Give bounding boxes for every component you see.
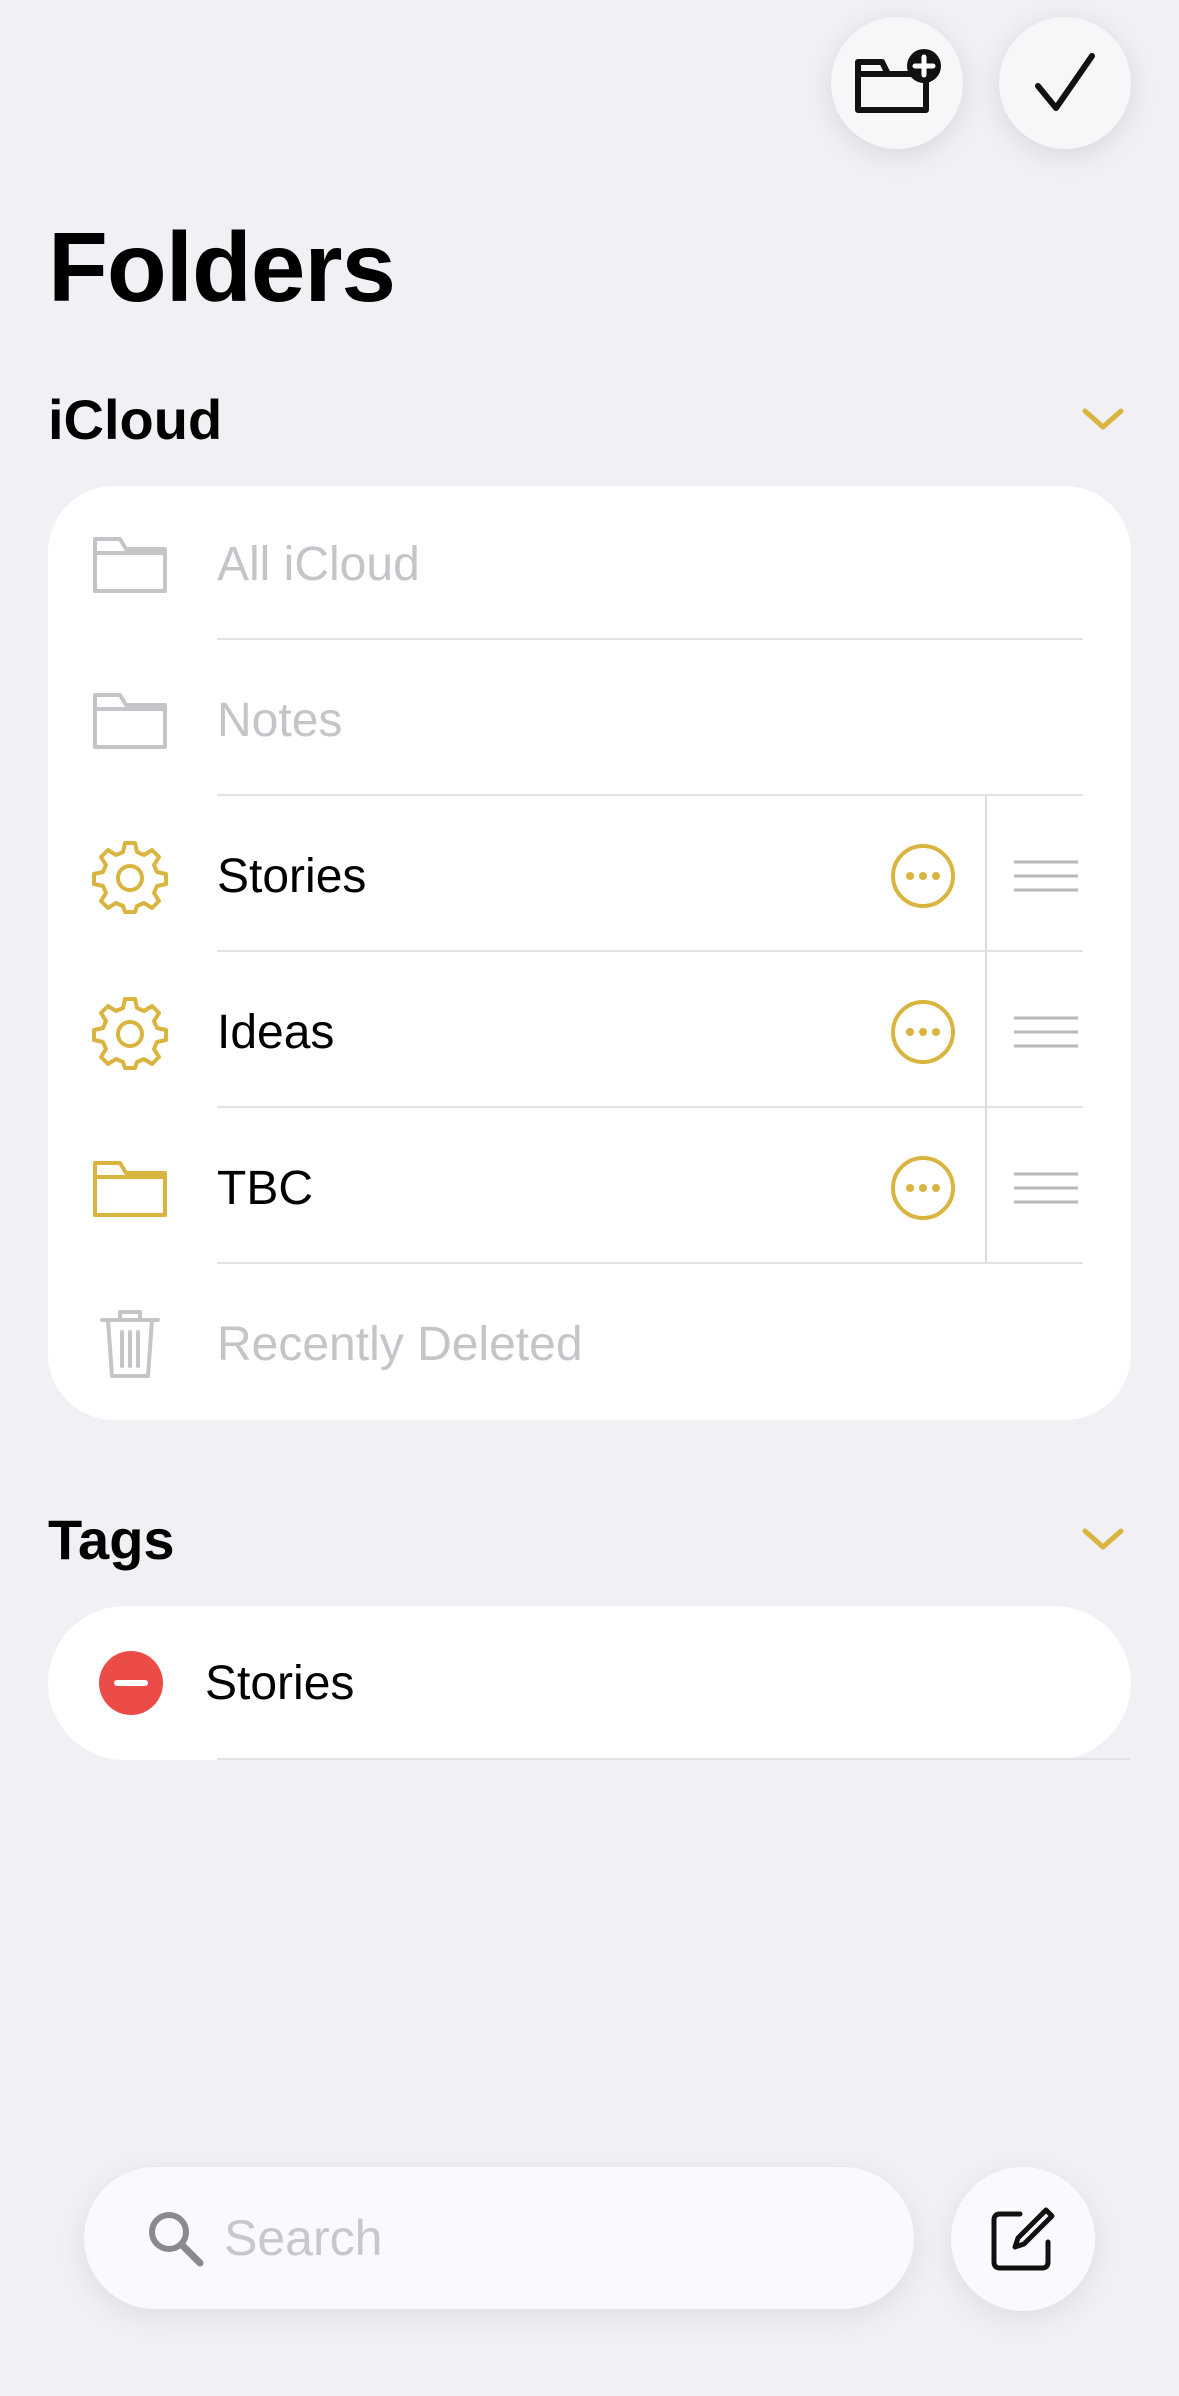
- icloud-section-header[interactable]: iCloud: [48, 384, 1131, 454]
- done-button[interactable]: [999, 17, 1131, 149]
- reorder-handle-icon[interactable]: [1014, 1014, 1078, 1050]
- folder-row-notes[interactable]: Notes: [48, 642, 1131, 798]
- row-separator: [217, 638, 1083, 640]
- folder-badge-plus-icon: [855, 49, 941, 113]
- folder-label: All iCloud: [217, 537, 420, 591]
- folder-icon: [92, 526, 168, 602]
- compose-button[interactable]: [951, 2167, 1095, 2311]
- tags-section-label: Tags: [48, 1507, 175, 1571]
- search-bar[interactable]: [84, 2167, 914, 2309]
- folder-row-stories[interactable]: Stories: [48, 798, 1131, 954]
- row-separator: [217, 950, 1083, 952]
- folder-label: Ideas: [217, 1005, 335, 1059]
- icloud-section-label: iCloud: [48, 387, 223, 451]
- folders-list: All iCloud Notes Stories Ideas TBC Recen…: [48, 486, 1131, 1420]
- search-icon: [149, 2212, 204, 2267]
- compose-icon: [991, 2207, 1055, 2271]
- folder-label: TBC: [217, 1161, 313, 1215]
- folder-row-recently-deleted[interactable]: Recently Deleted: [48, 1266, 1131, 1422]
- more-options-icon[interactable]: [890, 843, 956, 909]
- folder-label: Notes: [217, 693, 343, 747]
- tags-section-header[interactable]: Tags: [48, 1504, 1131, 1574]
- edit-column-divider: [985, 796, 987, 1264]
- new-folder-button[interactable]: [831, 17, 963, 149]
- tag-label[interactable]: Stories: [205, 1656, 354, 1711]
- trash-icon: [92, 1306, 168, 1382]
- reorder-handle-icon[interactable]: [1014, 1170, 1078, 1206]
- gear-icon: [92, 838, 168, 914]
- page-title: Folders: [48, 212, 396, 322]
- row-separator: [217, 1262, 1083, 1264]
- chevron-down-icon[interactable]: [1081, 1525, 1125, 1553]
- gear-icon: [92, 994, 168, 1070]
- minus-circle-icon[interactable]: [99, 1651, 163, 1715]
- tags-list: Stories: [48, 1606, 1131, 1760]
- row-separator: [217, 1758, 1131, 1760]
- reorder-handle-icon[interactable]: [1014, 858, 1078, 894]
- row-separator: [217, 794, 1083, 796]
- folder-label: Stories: [217, 849, 367, 903]
- folder-icon: [92, 682, 168, 758]
- chevron-down-icon[interactable]: [1081, 405, 1125, 433]
- row-separator: [217, 1106, 1083, 1108]
- folder-row-ideas[interactable]: Ideas: [48, 954, 1131, 1110]
- more-options-icon[interactable]: [890, 1155, 956, 1221]
- search-input[interactable]: [224, 2167, 864, 2309]
- more-options-icon[interactable]: [890, 999, 956, 1065]
- folder-label: Recently Deleted: [217, 1317, 583, 1371]
- folder-row-all-icloud[interactable]: All iCloud: [48, 486, 1131, 642]
- folder-row-tbc[interactable]: TBC: [48, 1110, 1131, 1266]
- checkmark-icon: [1035, 53, 1095, 111]
- folder-icon: [92, 1150, 168, 1226]
